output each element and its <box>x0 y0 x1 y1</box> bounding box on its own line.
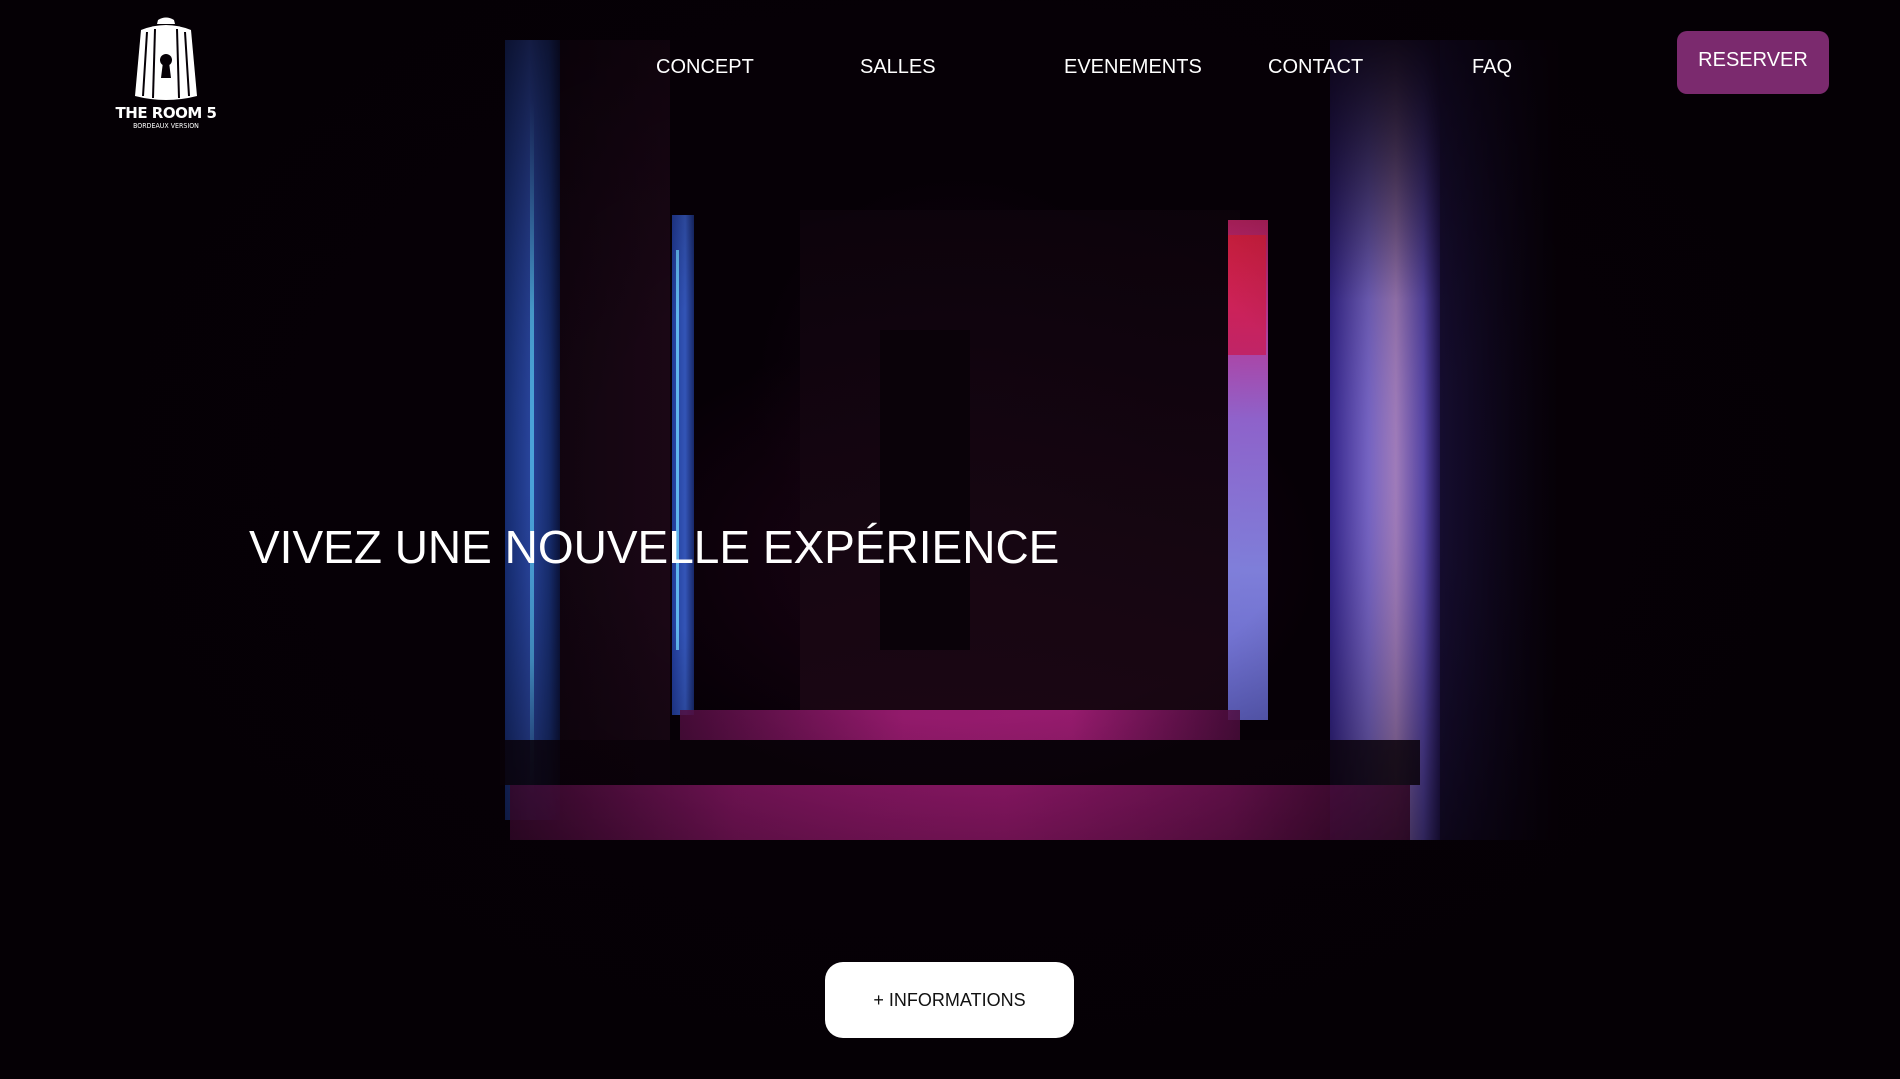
reserve-button-label: RESERVER <box>1698 49 1808 71</box>
canele-keyhole-icon <box>135 17 197 100</box>
nav-contact[interactable]: CONTACT <box>1268 56 1363 79</box>
site-logo[interactable]: THE ROOM 5 BORDEAUX VERSION <box>112 16 220 136</box>
nav-faq[interactable]: FAQ <box>1472 56 1512 79</box>
nav-concept[interactable]: CONCEPT <box>656 56 754 79</box>
logo-title: THE ROOM 5 <box>115 104 217 122</box>
nav-salles[interactable]: SALLES <box>860 56 936 79</box>
hero-headline: VIVEZ UNE NOUVELLE EXPÉRIENCE <box>249 521 1060 573</box>
nav-evenements[interactable]: EVENEMENTS <box>1064 56 1202 79</box>
logo-subtitle: BORDEAUX VERSION <box>133 122 199 130</box>
hero-section: THE ROOM 5 BORDEAUX VERSION CONCEPT SALL… <box>0 0 1900 1079</box>
reserve-button[interactable]: RESERVER <box>1677 31 1829 94</box>
more-information-button[interactable]: + INFORMATIONS <box>825 962 1074 1038</box>
